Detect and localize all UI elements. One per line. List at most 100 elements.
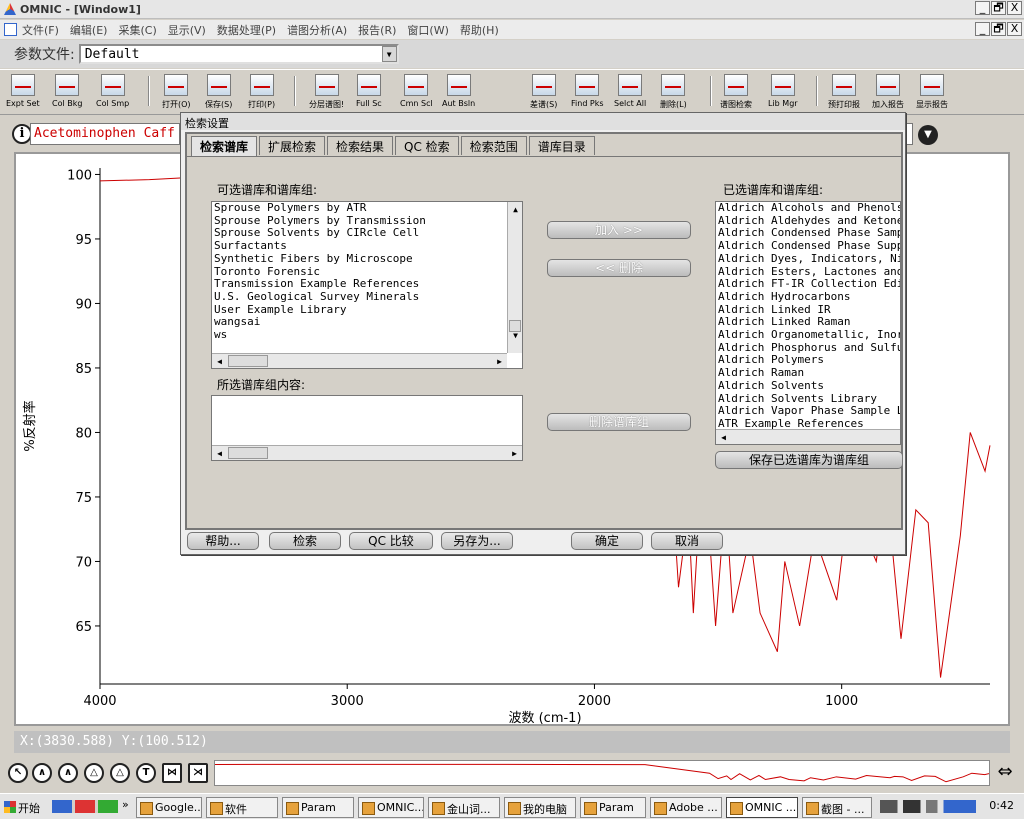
available-libraries-list[interactable]: Sprouse Polymers by ATR Sprouse Polymers … — [211, 201, 523, 369]
fit-icon-2[interactable]: ⋊ — [188, 763, 208, 783]
available-library-item[interactable]: ws — [212, 328, 522, 342]
group-content-list[interactable]: ◀ ▶ — [211, 395, 523, 461]
tb-search[interactable]: 谱图检索 — [720, 74, 752, 110]
tb-show-report[interactable]: 显示报告 — [916, 74, 948, 110]
tb-auto-baseline[interactable]: Aut Bsln — [442, 74, 475, 108]
menu-file[interactable]: 文件(F) — [22, 22, 59, 38]
available-library-item[interactable]: Surfactants — [212, 239, 522, 253]
tb-expt-set[interactable]: Expt Set — [6, 74, 40, 108]
tb-lib-mgr[interactable]: Lib Mgr — [768, 74, 798, 108]
scroll-left-icon[interactable]: ◀ — [716, 430, 731, 444]
expand-horizontal-icon[interactable]: ⇔ — [994, 762, 1016, 786]
tb-col-smp[interactable]: Col Smp — [96, 74, 129, 108]
scroll-left-icon[interactable]: ◀ — [212, 446, 227, 460]
tb-print[interactable]: 打印(P) — [248, 74, 275, 110]
close-button[interactable]: X — [1007, 1, 1022, 15]
available-library-item[interactable]: Synthetic Fibers by Microscope — [212, 252, 522, 266]
task-omnic-2[interactable]: OMNIC ... — [726, 797, 798, 818]
peak-area-tool-icon[interactable]: △ — [84, 763, 104, 783]
scroll-right-icon[interactable]: ▶ — [507, 446, 522, 460]
peak-height-tool-icon[interactable]: ∧ — [58, 763, 78, 783]
add-library-button[interactable]: 加入 >> — [547, 221, 691, 239]
tb-save[interactable]: 保存(S) — [205, 74, 232, 110]
menu-help[interactable]: 帮助(H) — [460, 22, 499, 38]
qc-compare-button[interactable]: QC 比较 — [349, 532, 433, 550]
task-adobe[interactable]: Adobe ... — [650, 797, 722, 818]
label-tool-icon[interactable]: △ — [110, 763, 130, 783]
scroll-thumb[interactable] — [228, 447, 268, 459]
tab-library-catalog[interactable]: 谱库目录 — [528, 136, 595, 155]
tb-subtract[interactable]: 差谱(S) — [530, 74, 557, 110]
tb-common-scale[interactable]: Cmn Scl — [400, 74, 433, 108]
scroll-left-icon[interactable]: ◀ — [212, 354, 227, 368]
selected-library-item[interactable]: Aldrich Alcohols and Phenols — [716, 202, 900, 215]
task-param-2[interactable]: Param — [580, 797, 646, 818]
region-tool-icon[interactable]: ∧ — [32, 763, 52, 783]
tab-search-library[interactable]: 检索谱库 — [191, 136, 258, 157]
selected-library-item[interactable]: Aldrich Solvents — [716, 379, 900, 393]
help-button[interactable]: 帮助... — [187, 532, 259, 550]
quicklaunch-more-icon[interactable]: » — [122, 798, 129, 811]
cancel-button[interactable]: 取消 — [651, 532, 723, 550]
menu-process[interactable]: 数据处理(P) — [217, 22, 276, 38]
select-tool-icon[interactable]: ↖ — [8, 763, 28, 783]
selected-library-item[interactable]: Aldrich Organometallic, Inorg — [716, 328, 900, 342]
fit-icon-1[interactable]: ⋈ — [162, 763, 182, 783]
ok-button[interactable]: 确定 — [571, 532, 643, 550]
scroll-right-icon[interactable]: ▶ — [492, 354, 507, 368]
chevron-down-icon[interactable]: ▼ — [381, 46, 397, 62]
tb-find-peaks[interactable]: Find Pks — [571, 74, 604, 108]
search-button[interactable]: 检索 — [269, 532, 341, 550]
scroll-down-icon[interactable]: ▼ — [508, 328, 522, 343]
tb-stack-spectra[interactable]: 分层谱图! — [309, 74, 344, 110]
menu-window[interactable]: 窗口(W) — [407, 22, 448, 38]
doc-close-button[interactable]: X — [1007, 22, 1022, 36]
available-library-item[interactable]: Sprouse Polymers by ATR — [212, 202, 522, 215]
minimize-button[interactable]: _ — [975, 1, 990, 15]
selected-library-item[interactable]: Aldrich Raman — [716, 366, 900, 380]
menu-view[interactable]: 显示(V) — [168, 22, 206, 38]
save-as-button[interactable]: 另存为... — [441, 532, 513, 550]
doc-minimize-button[interactable]: _ — [975, 22, 990, 36]
task-software[interactable]: 软件 — [206, 797, 278, 818]
tab-extended-search[interactable]: 扩展检索 — [259, 136, 326, 155]
doc-restore-button[interactable]: 🗗 — [991, 22, 1006, 36]
menu-edit[interactable]: 编辑(E) — [70, 22, 108, 38]
selected-hscroll[interactable]: ◀ — [716, 429, 900, 444]
task-my-computer[interactable]: 我的电脑 — [504, 797, 576, 818]
tab-search-region[interactable]: 检索范围 — [460, 136, 527, 155]
scroll-thumb[interactable] — [228, 355, 268, 367]
spectrum-title-field[interactable]: Acetominophen Caff — [30, 123, 180, 145]
tab-qc-search[interactable]: QC 检索 — [395, 136, 459, 155]
tb-open[interactable]: 打开(O) — [162, 74, 191, 110]
task-screenshot[interactable]: 截图 - ... — [802, 797, 872, 818]
overview-plot[interactable] — [214, 760, 990, 786]
selected-library-item[interactable]: Aldrich Dyes, Indicators, Nit — [716, 252, 900, 266]
restore-button[interactable]: 🗗 — [991, 1, 1006, 15]
param-file-select[interactable]: Default ▼ — [78, 44, 399, 64]
menu-report[interactable]: 报告(R) — [358, 22, 396, 38]
task-param-1[interactable]: Param — [282, 797, 354, 818]
info-icon[interactable]: i — [12, 124, 32, 144]
tb-col-bkg[interactable]: Col Bkg — [52, 74, 82, 108]
menu-analyze[interactable]: 谱图分析(A) — [287, 22, 347, 38]
task-kingsoft[interactable]: 金山词... — [428, 797, 500, 818]
remove-library-button[interactable]: << 删除 — [547, 259, 691, 277]
selected-library-item[interactable]: Aldrich Hydrocarbons — [716, 290, 900, 304]
tb-add-report[interactable]: 加入报告 — [872, 74, 904, 110]
available-library-item[interactable]: wangsai — [212, 316, 522, 329]
text-tool-icon[interactable]: T — [136, 763, 156, 783]
available-hscroll[interactable]: ◀ ▶ — [212, 353, 507, 368]
available-library-item[interactable]: U.S. Geological Survey Minerals — [212, 290, 522, 304]
task-omnic-1[interactable]: OMNIC... — [358, 797, 424, 818]
task-google[interactable]: Google... — [136, 797, 202, 818]
tb-delete[interactable]: 删除(L) — [660, 74, 687, 110]
scroll-up-icon[interactable]: ▲ — [508, 202, 522, 217]
group-content-hscroll[interactable]: ◀ ▶ — [212, 445, 522, 460]
start-button[interactable]: 开始 — [2, 797, 44, 818]
available-vscroll[interactable]: ▲ ▼ — [507, 202, 522, 353]
selected-library-item[interactable]: Aldrich Condensed Phase Suppl — [716, 239, 900, 253]
delete-group-button[interactable]: 删除谱库组 — [547, 413, 691, 431]
menu-collect[interactable]: 采集(C) — [118, 22, 156, 38]
spectrum-dropdown-icon[interactable]: ▼ — [918, 125, 938, 145]
